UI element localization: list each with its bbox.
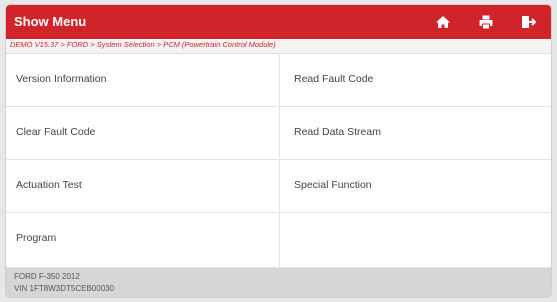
print-icon[interactable] [478, 14, 494, 30]
menu-item-actuation-test[interactable]: Actuation Test [6, 160, 278, 213]
menu-item-clear-fault-code[interactable]: Clear Fault Code [6, 107, 278, 160]
function-menu: Version Information Read Fault Code Clea… [6, 54, 551, 268]
vehicle-info-bar: FORD F-350 2012 VIN 1FT8W3DT5CEB00030 [6, 268, 551, 297]
home-icon[interactable] [435, 14, 451, 30]
menu-item-label: Actuation Test [16, 179, 82, 191]
menu-item-read-fault-code[interactable]: Read Fault Code [279, 54, 551, 107]
menu-item-label: Special Function [294, 179, 372, 191]
menu-item-label: Clear Fault Code [16, 126, 96, 138]
menu-item-label: Version Information [16, 73, 107, 85]
exit-icon[interactable] [520, 14, 536, 30]
app-window: Show Menu DEMO V15.37 > FORD > System Se… [6, 5, 551, 297]
page-title: Show Menu [14, 14, 87, 29]
breadcrumb: DEMO V15.37 > FORD > System Selection > … [6, 39, 551, 54]
menu-item-version-information[interactable]: Version Information [6, 54, 278, 107]
empty-menu-cell [279, 213, 551, 268]
breadcrumb-text: DEMO V15.37 > FORD > System Selection > … [10, 40, 276, 49]
vehicle-vin: VIN 1FT8W3DT5CEB00030 [14, 284, 115, 293]
menu-item-program[interactable]: Program [6, 213, 278, 268]
menu-item-read-data-stream[interactable]: Read Data Stream [279, 107, 551, 160]
menu-item-label: Program [16, 232, 57, 244]
vehicle-model: FORD F-350 2012 [14, 272, 80, 281]
title-bar: Show Menu [6, 5, 551, 39]
menu-item-label: Read Data Stream [294, 126, 381, 138]
menu-item-label: Read Fault Code [294, 73, 374, 85]
menu-item-special-function[interactable]: Special Function [279, 160, 551, 213]
